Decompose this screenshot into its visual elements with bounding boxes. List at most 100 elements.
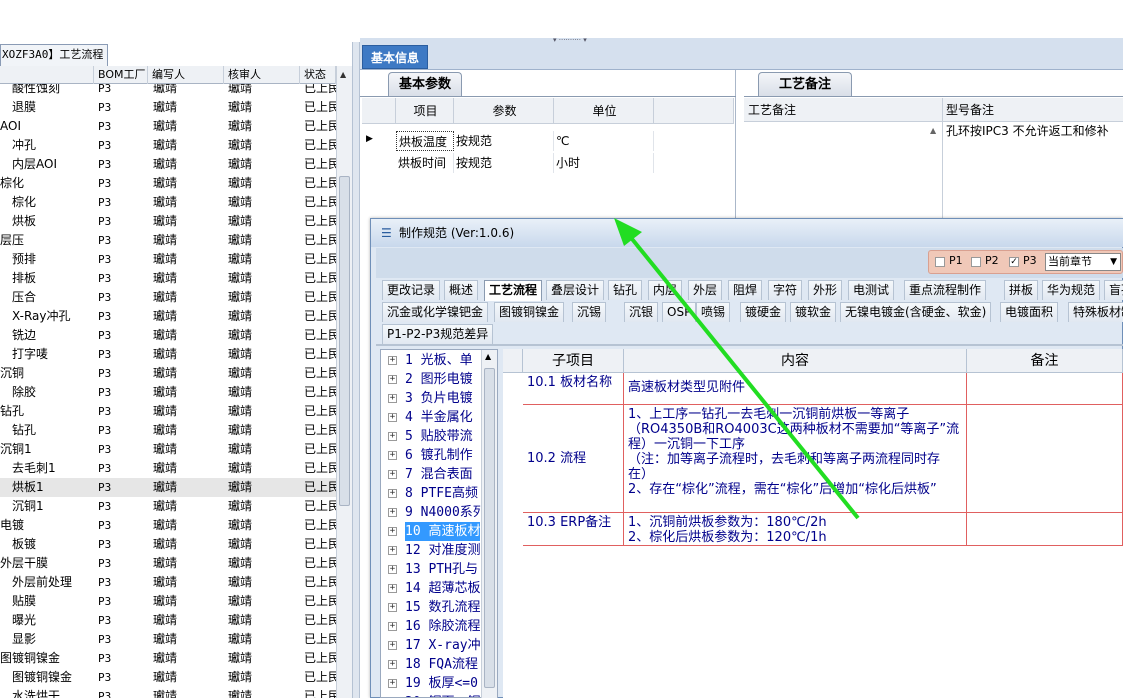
table-row[interactable]: X-Ray冲孔 P3 瓛靖 瓛靖 已上民	[0, 307, 336, 326]
table-row[interactable]: 钻孔 P3 瓛靖 瓛靖 已上民	[0, 402, 336, 421]
plant-cell[interactable]: P3	[98, 687, 148, 698]
step-cell[interactable]: 棕化	[0, 174, 93, 193]
table-row[interactable]: 钻孔 P3 瓛靖 瓛靖 已上民	[0, 421, 336, 440]
table-row[interactable]: 排板 P3 瓛靖 瓛靖 已上民	[0, 269, 336, 288]
status-cell[interactable]: 已上民	[304, 649, 336, 668]
author-cell[interactable]: 瓛靖	[153, 84, 225, 98]
status-cell[interactable]: 已上民	[304, 383, 336, 402]
expand-icon[interactable]: +	[388, 622, 397, 631]
status-cell[interactable]: 已上民	[304, 117, 336, 136]
reviewer-cell[interactable]: 瓛靖	[228, 402, 298, 421]
status-cell[interactable]: 已上民	[304, 136, 336, 155]
spec-tab[interactable]: 喷锡	[696, 302, 731, 322]
process-flow-tab[interactable]: XOZF3A0】工艺流程	[0, 44, 108, 66]
step-cell[interactable]: 打字唛	[0, 345, 93, 364]
spec-tab[interactable]: 叠层设计	[546, 280, 605, 300]
reviewer-cell[interactable]: 瓛靖	[228, 193, 298, 212]
param-item-cell[interactable]: 烘板时间	[396, 153, 454, 173]
tree-scroll-thumb[interactable]	[484, 368, 495, 688]
plant-cell[interactable]: P3	[98, 364, 148, 383]
author-cell[interactable]: 瓛靖	[153, 611, 225, 630]
param-value-cell[interactable]: 按规范	[454, 153, 554, 173]
plant-cell[interactable]: P3	[98, 421, 148, 440]
reviewer-cell[interactable]: 瓛靖	[228, 535, 298, 554]
status-cell[interactable]: 已上民	[304, 497, 336, 516]
spec-tab[interactable]: 沉锡	[572, 302, 607, 322]
plant-cell[interactable]: P3	[98, 516, 148, 535]
param-header-item[interactable]: 项目	[396, 98, 454, 124]
status-cell[interactable]: 已上民	[304, 611, 336, 630]
reviewer-cell[interactable]: 瓛靖	[228, 421, 298, 440]
table-row[interactable]: 贴膜 P3 瓛靖 瓛靖 已上民	[0, 592, 336, 611]
table-row[interactable]: 电镀 P3 瓛靖 瓛靖 已上民	[0, 516, 336, 535]
spec-tab[interactable]: 字符	[768, 280, 803, 300]
status-cell[interactable]: 已上民	[304, 402, 336, 421]
spec-tab[interactable]: 图镀铜镍金	[494, 302, 565, 322]
table-row[interactable]: 外层干膜 P3 瓛靖 瓛靖 已上民	[0, 554, 336, 573]
table-row[interactable]: AOI P3 瓛靖 瓛靖 已上民	[0, 117, 336, 136]
reviewer-cell[interactable]: 瓛靖	[228, 497, 298, 516]
chevron-down-icon[interactable]: ▼	[1110, 254, 1117, 270]
spec-tab[interactable]: 电镀面积	[1000, 302, 1059, 322]
param-header-value[interactable]: 参数	[454, 98, 554, 124]
plant-cell[interactable]: P3	[98, 535, 148, 554]
status-cell[interactable]: 已上民	[304, 193, 336, 212]
step-cell[interactable]: 沉铜1	[0, 497, 93, 516]
table-row[interactable]: 图镀铜镍金 P3 瓛靖 瓛靖 已上民	[0, 649, 336, 668]
step-cell[interactable]: 外层干膜	[0, 554, 93, 573]
status-cell[interactable]: 已上民	[304, 307, 336, 326]
tree-scrollbar[interactable]: ▲	[481, 350, 497, 698]
plant-cell[interactable]: P3	[98, 269, 148, 288]
author-cell[interactable]: 瓛靖	[153, 174, 225, 193]
reviewer-cell[interactable]: 瓛靖	[228, 307, 298, 326]
status-cell[interactable]: 已上民	[304, 212, 336, 231]
reviewer-cell[interactable]: 瓛靖	[228, 630, 298, 649]
status-cell[interactable]: 已上民	[304, 250, 336, 269]
status-cell[interactable]: 已上民	[304, 630, 336, 649]
plant-cell[interactable]: P3	[98, 84, 148, 98]
plant-cell[interactable]: P3	[98, 402, 148, 421]
author-cell[interactable]: 瓛靖	[153, 687, 225, 698]
status-cell[interactable]: 已上民	[304, 478, 336, 497]
table-row[interactable]: 烘板1 P3 瓛靖 瓛靖 已上民	[0, 478, 336, 497]
author-cell[interactable]: 瓛靖	[153, 117, 225, 136]
step-cell[interactable]: 板镀	[0, 535, 93, 554]
reviewer-cell[interactable]: 瓛靖	[228, 459, 298, 478]
status-cell[interactable]: 已上民	[304, 326, 336, 345]
step-cell[interactable]: 曝光	[0, 611, 93, 630]
header-author[interactable]: 编写人	[148, 66, 224, 84]
expand-icon[interactable]: +	[388, 489, 397, 498]
step-cell[interactable]: 除胶	[0, 383, 93, 402]
plant-cell[interactable]: P3	[98, 231, 148, 250]
table-row[interactable]: 压合 P3 瓛靖 瓛靖 已上民	[0, 288, 336, 307]
spec-tab[interactable]: 更改记录	[382, 280, 441, 300]
reviewer-cell[interactable]: 瓛靖	[228, 611, 298, 630]
expand-icon[interactable]: +	[388, 356, 397, 365]
expand-icon[interactable]: +	[388, 546, 397, 555]
status-cell[interactable]: 已上民	[304, 84, 336, 98]
expand-icon[interactable]: +	[388, 603, 397, 612]
plant-cell[interactable]: P3	[98, 155, 148, 174]
expand-icon[interactable]: +	[388, 584, 397, 593]
reviewer-cell[interactable]: 瓛靖	[228, 155, 298, 174]
expand-icon[interactable]: +	[388, 660, 397, 669]
param-item-cell[interactable]: 烘板温度	[396, 131, 454, 151]
author-cell[interactable]: 瓛靖	[153, 269, 225, 288]
spec-tab[interactable]: 外层	[688, 280, 723, 300]
author-cell[interactable]: 瓛靖	[153, 649, 225, 668]
table-row[interactable]: 打字唛 P3 瓛靖 瓛靖 已上民	[0, 345, 336, 364]
reviewer-cell[interactable]: 瓛靖	[228, 212, 298, 231]
param-unit-cell[interactable]: ℃	[554, 131, 654, 151]
table-row[interactable]: 水洗烘干 P3 瓛靖 瓛靖 已上民	[0, 687, 336, 698]
content-note-cell[interactable]	[967, 405, 1123, 513]
step-cell[interactable]: 图镀铜镍金	[0, 649, 93, 668]
reviewer-cell[interactable]: 瓛靖	[228, 668, 298, 687]
author-cell[interactable]: 瓛靖	[153, 497, 225, 516]
status-cell[interactable]: 已上民	[304, 364, 336, 383]
plant-cell[interactable]: P3	[98, 326, 148, 345]
spec-tab[interactable]: 镀硬金	[740, 302, 787, 322]
reviewer-cell[interactable]: 瓛靖	[228, 174, 298, 193]
dialog-titlebar[interactable]: ☰ 制作规范 (Ver:1.0.6)	[371, 219, 1123, 247]
plant-cell[interactable]: P3	[98, 288, 148, 307]
reviewer-cell[interactable]: 瓛靖	[228, 326, 298, 345]
